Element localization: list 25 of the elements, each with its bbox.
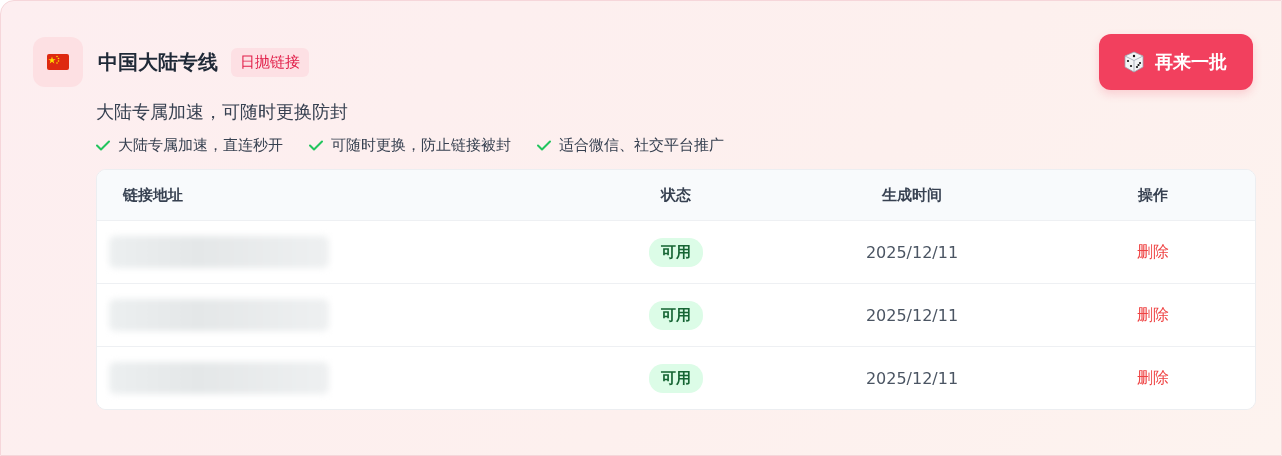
column-header: 操作 bbox=[1138, 185, 1168, 205]
card-title: 中国大陆专线 bbox=[98, 48, 218, 76]
delete-link[interactable]: 删除 bbox=[1137, 241, 1169, 263]
check-icon bbox=[96, 140, 110, 151]
column-header: 链接地址 bbox=[123, 185, 183, 205]
table-cell: 2025/12/11 bbox=[865, 242, 959, 262]
column-header: 生成时间 bbox=[882, 185, 942, 205]
refresh-button[interactable]: 再来一批 bbox=[1099, 34, 1253, 90]
delete-link[interactable]: 删除 bbox=[1137, 304, 1169, 326]
check-icon bbox=[309, 140, 323, 151]
flag-icon bbox=[47, 54, 69, 70]
delete-link[interactable]: 删除 bbox=[1137, 367, 1169, 389]
check-icon bbox=[537, 140, 551, 151]
column-header: 状态 bbox=[661, 185, 691, 205]
feature-text: 适合微信、社交平台推广 bbox=[559, 136, 724, 155]
status-badge: 可用 bbox=[649, 237, 703, 267]
status-badge: 可用 bbox=[649, 300, 703, 330]
status-badge: 可用 bbox=[649, 363, 703, 393]
feature-text: 可随时更换，防止链接被封 bbox=[331, 136, 511, 155]
dice-icon bbox=[1123, 51, 1145, 73]
table-cell: 2025/12/11 bbox=[865, 368, 959, 388]
feature-text: 大陆专属加速，直连秒开 bbox=[118, 136, 283, 155]
table-cell: 2025/12/11 bbox=[865, 305, 959, 325]
tag-label: 日抛链接 bbox=[231, 47, 309, 77]
subtitle: 大陆专属加速，可随时更换防封 bbox=[96, 100, 349, 124]
